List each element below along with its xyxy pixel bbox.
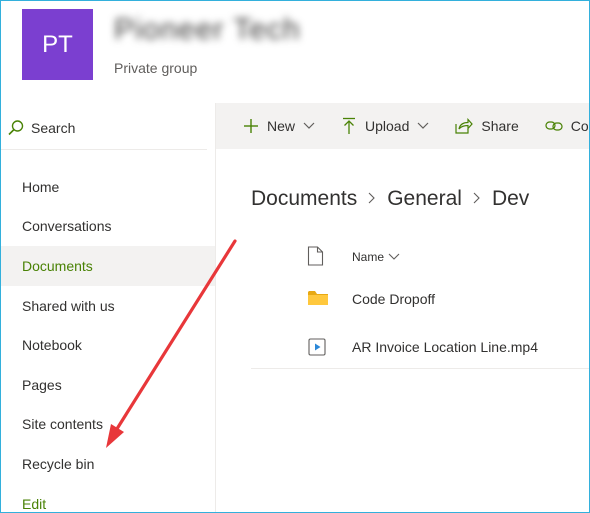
upload-icon (343, 117, 356, 134)
command-bar: New Upload Share Co (216, 103, 589, 149)
chevron-down-icon (388, 253, 400, 260)
nav-item-site-contents[interactable]: Site contents (1, 405, 215, 445)
breadcrumb-dev: Dev (491, 187, 530, 210)
link-icon (545, 121, 563, 131)
nav-edit-link[interactable]: Edit (1, 484, 215, 512)
nav-item-documents[interactable]: Documents (1, 246, 215, 286)
nav-list: Home Conversations Documents Shared with… (1, 167, 215, 512)
nav-item-notebook[interactable]: Notebook (1, 325, 215, 365)
nav-item-recycle-bin[interactable]: Recycle bin (1, 444, 215, 484)
file-type-column-header[interactable] (307, 246, 324, 266)
name-column-header[interactable]: Name (352, 250, 400, 264)
breadcrumb: Documents General Dev (251, 187, 529, 211)
nav-item-conversations[interactable]: Conversations (1, 207, 215, 247)
chevron-down-icon (303, 122, 315, 129)
search-divider (1, 149, 207, 150)
upload-label: Upload (365, 118, 410, 134)
nav-item-home[interactable]: Home (1, 167, 215, 207)
copy-link-button[interactable]: Copy link (545, 118, 589, 134)
new-label: New (267, 118, 296, 134)
left-navigation: Search Home Conversations Documents Shar… (1, 103, 216, 512)
file-name-code-dropoff[interactable]: Code Dropoff (352, 291, 435, 307)
search-icon (8, 120, 24, 136)
name-column-label: Name (352, 250, 385, 264)
site-avatar[interactable]: PT (22, 9, 93, 80)
file-name-ar-invoice-video[interactable]: AR Invoice Location Line.mp4 (352, 339, 538, 355)
chevron-right-icon (473, 191, 481, 207)
list-divider (251, 368, 589, 369)
upload-button[interactable]: Upload (341, 117, 429, 135)
breadcrumb-general[interactable]: General (387, 187, 462, 211)
video-file-icon (308, 338, 326, 356)
video-row-icon-cell[interactable] (307, 337, 327, 357)
chevron-right-icon (368, 191, 376, 207)
nav-item-shared-with-us[interactable]: Shared with us (1, 286, 215, 326)
site-name[interactable]: Pioneer Tech (114, 13, 301, 47)
breadcrumb-documents[interactable]: Documents (251, 187, 357, 211)
search-box[interactable]: Search (7, 113, 207, 143)
new-button[interactable]: New (243, 118, 315, 134)
document-icon (307, 246, 324, 266)
folder-row-icon-cell[interactable] (307, 289, 329, 307)
share-label: Share (481, 118, 519, 134)
chevron-down-icon (417, 122, 429, 129)
site-header: PT Pioneer Tech Private group (1, 1, 589, 103)
share-button[interactable]: Share (455, 118, 519, 134)
window-frame: PT Pioneer Tech Private group Search Hom… (0, 0, 590, 513)
copy-link-label: Copy link (570, 118, 589, 134)
nav-item-pages[interactable]: Pages (1, 365, 215, 405)
folder-icon (308, 291, 328, 305)
search-label: Search (31, 120, 76, 136)
plus-icon (244, 119, 258, 133)
site-type-label: Private group (114, 60, 198, 76)
share-icon (455, 118, 474, 134)
